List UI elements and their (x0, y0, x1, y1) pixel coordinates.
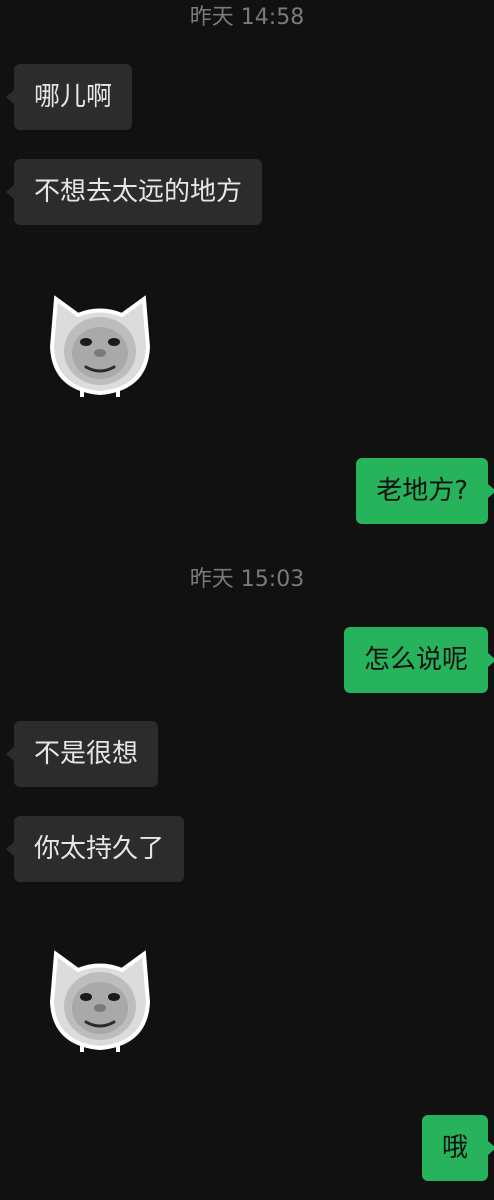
sticker-message[interactable] (42, 940, 158, 1056)
message-incoming[interactable]: 哪儿啊 (5, 64, 133, 130)
message-incoming[interactable]: 你太持久了 (5, 816, 185, 882)
chat-timestamp: 昨天 15:03 (189, 567, 305, 592)
chat-timestamp: 昨天 14:58 (189, 5, 305, 30)
message-outgoing[interactable]: 怎么说呢 (343, 627, 494, 693)
message-incoming[interactable]: 不想去太远的地方 (5, 159, 263, 225)
cat-face-sticker-icon (49, 295, 151, 397)
message-outgoing[interactable]: 老地方? (356, 458, 494, 524)
sticker-message[interactable] (42, 285, 158, 401)
message-incoming[interactable]: 不是很想 (5, 721, 159, 787)
cat-face-sticker-icon (49, 950, 151, 1052)
message-outgoing[interactable]: 哦 (421, 1115, 494, 1181)
